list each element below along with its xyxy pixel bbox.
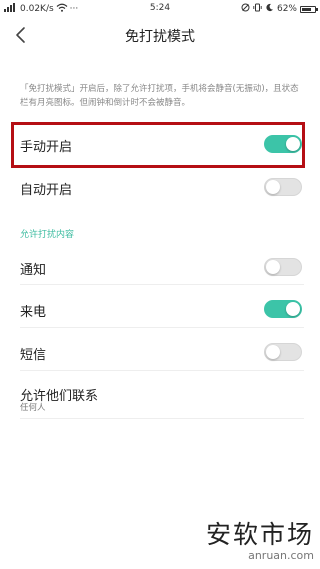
- auto-on-toggle[interactable]: [264, 178, 302, 196]
- sms-label: 短信: [20, 348, 47, 363]
- row-auto-on[interactable]: 自动开启: [20, 174, 304, 200]
- row-manual-on[interactable]: 手动开启: [20, 131, 304, 157]
- allow-contacts-value: 任何人: [20, 403, 46, 413]
- toggle-knob: [286, 302, 300, 316]
- row-allow-contacts[interactable]: 允许他们联系: [20, 380, 304, 406]
- manual-on-label: 手动开启: [20, 140, 73, 155]
- divider: [20, 284, 304, 285]
- row-sms[interactable]: 短信: [20, 339, 304, 365]
- status-bar: 0.02K/s ··· 5:24 62%: [0, 0, 320, 18]
- auto-on-label: 自动开启: [20, 183, 73, 198]
- watermark-brand: 安软市场: [205, 520, 314, 549]
- page-title: 免打扰模式: [125, 29, 195, 45]
- toggle-knob: [286, 137, 300, 151]
- calls-toggle[interactable]: [264, 300, 302, 318]
- divider: [20, 327, 304, 328]
- title-bar: 免打扰模式: [0, 18, 320, 52]
- toggle-knob: [266, 345, 280, 359]
- row-calls[interactable]: 来电: [20, 296, 304, 322]
- mode-description: 「免打扰模式」开启后，除了允许打扰项，手机将会静音(无振动)，且状态栏有月亮图标…: [20, 84, 299, 108]
- manual-on-toggle[interactable]: [264, 135, 302, 153]
- vibrate-icon: [253, 3, 262, 15]
- divider: [20, 418, 304, 419]
- moon-icon: [265, 3, 274, 15]
- divider: [20, 370, 304, 371]
- notification-toggle[interactable]: [264, 258, 302, 276]
- row-notification[interactable]: 通知: [20, 254, 304, 280]
- section-header-allow: 允许打扰内容: [20, 230, 75, 240]
- watermark: 安软市场 anruan.com: [206, 515, 314, 562]
- battery-icon: [300, 5, 318, 13]
- toggle-knob: [266, 180, 280, 194]
- mute-icon: [241, 3, 250, 15]
- status-right: 62%: [241, 3, 318, 15]
- notification-label: 通知: [20, 263, 47, 278]
- sms-toggle[interactable]: [264, 343, 302, 361]
- battery-percent: 62%: [276, 4, 297, 14]
- calls-label: 来电: [20, 305, 47, 320]
- toggle-knob: [266, 260, 280, 274]
